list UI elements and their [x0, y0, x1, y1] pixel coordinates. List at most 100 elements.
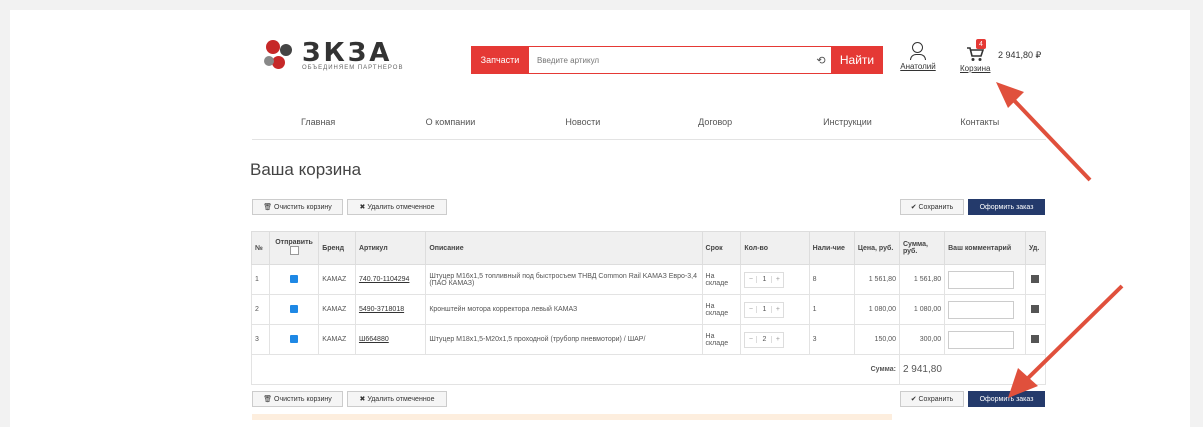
delete-selected-button-top[interactable]: ✖ Удалить отмеченное: [347, 199, 447, 215]
nav-item-home[interactable]: Главная: [252, 117, 384, 139]
row-avail: 1: [808, 294, 855, 325]
row-price: 150,00: [853, 324, 900, 355]
search-input[interactable]: [529, 46, 811, 74]
row-brand: KAMAZ: [318, 294, 356, 325]
row-qty-cell: −2 +: [740, 324, 810, 355]
row-term: На складе: [701, 324, 742, 355]
row-qty-cell: −1 +: [740, 294, 810, 325]
row-article-cell: Ш664880: [354, 324, 427, 355]
clear-cart-button-top[interactable]: 🗑 Очистить корзину: [252, 199, 343, 215]
row-checkbox[interactable]: [290, 274, 299, 283]
logo-mark-icon: [262, 38, 298, 74]
row-num: 3: [251, 324, 270, 355]
row-avail: 8: [808, 264, 855, 295]
row-sum: 1 080,00: [898, 294, 946, 325]
col-header-sum: Сумма, руб.: [898, 231, 946, 265]
clear-cart-button-bottom[interactable]: 🗑 Очистить корзину: [252, 391, 343, 407]
logo-subtitle: объединяем партнеров: [302, 65, 404, 71]
qty-value[interactable]: 1: [756, 306, 773, 313]
user-icon: [910, 42, 926, 60]
col-header-mark: Отправить: [268, 231, 320, 265]
user-name-link[interactable]: Анатолий: [898, 62, 938, 71]
row-desc: Штуцер М16х1,5 топливный под быстросъем …: [425, 264, 703, 295]
row-article-cell: 740.70-1104294: [354, 264, 427, 295]
col-header-comment: Ваш комментарий: [944, 231, 1026, 265]
logo-name: ЗКЗА: [302, 38, 393, 68]
row-mark-cell: [268, 294, 320, 325]
col-header-term: Срок: [701, 231, 742, 265]
row-brand: KAMAZ: [318, 324, 356, 355]
row-desc: Штуцер М18х1,5-М20х1,5 проходной (трубоп…: [425, 324, 703, 355]
col-header-qty: Кол-во: [740, 231, 810, 265]
row-brand: KAMAZ: [318, 264, 356, 295]
col-header-num: №: [251, 231, 270, 265]
col-header-article: Артикул: [354, 231, 427, 265]
row-desc: Кронштейн мотора корректора левый КАМАЗ: [425, 294, 703, 325]
row-article-link[interactable]: 5490-3718018: [359, 306, 404, 313]
nav-item-news[interactable]: Новости: [517, 117, 649, 139]
nav-item-instructions[interactable]: Инструкции: [781, 117, 913, 139]
nav-item-contacts[interactable]: Контакты: [914, 117, 1046, 139]
search-bar: Запчасти ⟲ Найти: [471, 46, 883, 74]
row-price: 1 080,00: [853, 294, 900, 325]
qty-plus-button[interactable]: +: [772, 276, 783, 283]
main-nav: Главная О компании Новости Договор Инстр…: [252, 117, 1046, 140]
total-label: Сумма:: [251, 354, 900, 385]
row-checkbox[interactable]: [290, 334, 299, 343]
delete-selected-button-bottom[interactable]: ✖ Удалить отмеченное: [347, 391, 447, 407]
quantity-stepper[interactable]: −1 +: [744, 271, 785, 288]
row-avail: 3: [808, 324, 855, 355]
annotation-arrow-bottom-icon: [1008, 284, 1124, 398]
qty-plus-button[interactable]: +: [772, 306, 783, 313]
row-article-link[interactable]: 740.70-1104294: [359, 276, 409, 283]
cart-link[interactable]: Корзина: [960, 64, 990, 73]
table-row: 2 KAMAZ 5490-3718018 Кронштейн мотора ко…: [251, 294, 1047, 325]
row-sum: 1 561,80: [898, 264, 946, 295]
qty-value[interactable]: 2: [756, 336, 773, 343]
qty-value[interactable]: 1: [756, 276, 773, 283]
save-button-top[interactable]: ✔ Сохранить: [900, 199, 964, 215]
select-all-checkbox[interactable]: [289, 246, 299, 255]
table-header-row: № Отправить Бренд Артикул Описание Срок …: [251, 231, 1047, 265]
row-sum: 300,00: [898, 324, 946, 355]
col-header-brand: Бренд: [318, 231, 356, 265]
cart-total: 2 941,80 ₽: [998, 50, 1042, 60]
checkout-button-top[interactable]: Оформить заказ: [968, 199, 1045, 215]
quantity-stepper[interactable]: −2 +: [744, 331, 785, 348]
nav-item-about[interactable]: О компании: [384, 117, 516, 139]
row-term: На складе: [701, 264, 742, 295]
table-row: 1 KAMAZ 740.70-1104294 Штуцер М16х1,5 то…: [251, 264, 1047, 295]
notice-strip: [252, 414, 892, 420]
row-price: 1 561,80: [853, 264, 900, 295]
cart-count-badge: 4: [976, 39, 986, 49]
row-qty-cell: −1 +: [740, 264, 810, 295]
row-article-link[interactable]: Ш664880: [359, 336, 389, 343]
qty-minus-button[interactable]: −: [745, 306, 756, 313]
qty-plus-button[interactable]: +: [772, 336, 783, 343]
row-checkbox[interactable]: [290, 304, 299, 313]
search-reset-icon[interactable]: ⟲: [811, 46, 831, 74]
row-num: 2: [251, 294, 270, 325]
row-article-cell: 5490-3718018: [354, 294, 427, 325]
col-header-avail: Нали-чие: [808, 231, 855, 265]
col-header-price: Цена, руб.: [853, 231, 900, 265]
row-term: На складе: [701, 294, 742, 325]
search-category-select[interactable]: Запчасти: [471, 46, 529, 74]
total-row: Сумма: 2 941,80: [251, 354, 1047, 385]
col-header-delete: Уд.: [1024, 231, 1047, 265]
row-num: 1: [251, 264, 270, 295]
row-mark-cell: [268, 264, 320, 295]
qty-minus-button[interactable]: −: [745, 276, 756, 283]
site-logo[interactable]: ЗКЗА объединяем партнеров: [262, 38, 403, 74]
row-mark-cell: [268, 324, 320, 355]
table-row: 3 KAMAZ Ш664880 Штуцер М18х1,5-М20х1,5 п…: [251, 324, 1047, 355]
quantity-stepper[interactable]: −1 +: [744, 301, 785, 318]
nav-item-contract[interactable]: Договор: [649, 117, 781, 139]
col-header-desc: Описание: [425, 231, 703, 265]
qty-minus-button[interactable]: −: [745, 336, 756, 343]
user-account[interactable]: Анатолий: [898, 42, 938, 71]
save-button-bottom[interactable]: ✔ Сохранить: [900, 391, 964, 407]
cart-table: № Отправить Бренд Артикул Описание Срок …: [251, 231, 1047, 385]
col-header-mark-label: Отправить: [275, 239, 313, 246]
search-button[interactable]: Найти: [831, 46, 883, 74]
